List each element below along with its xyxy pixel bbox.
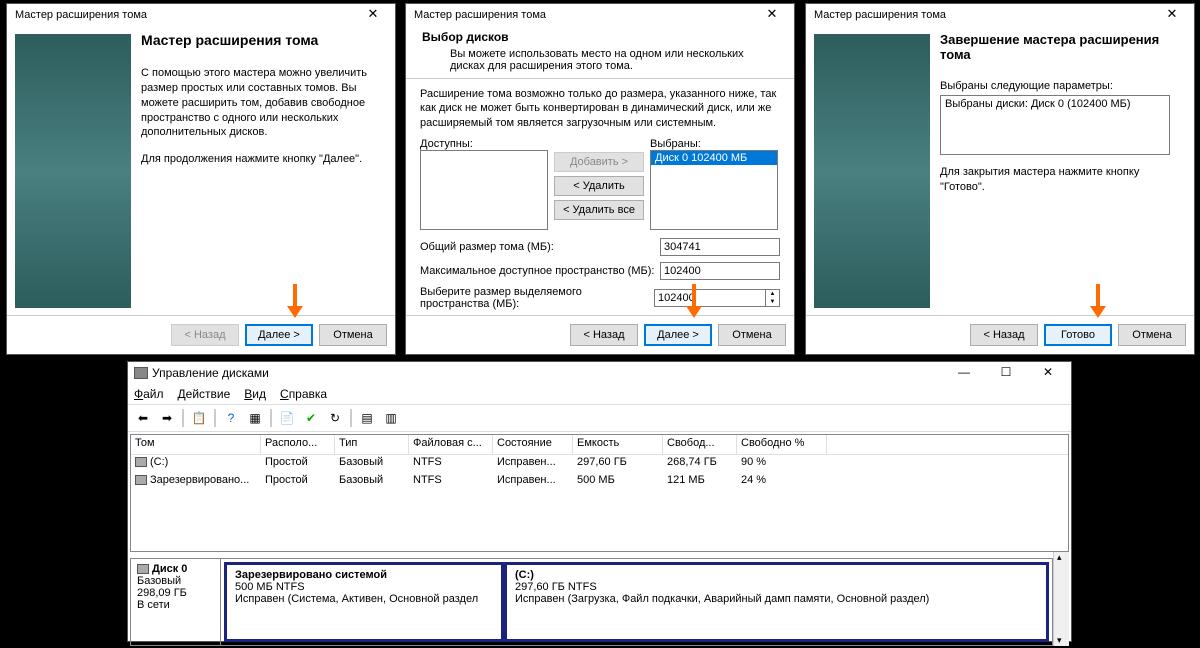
- wizard-step1: Мастер расширения тома ✕ Мастер расширен…: [6, 3, 396, 355]
- warning-text: Расширение тома возможно только до разме…: [420, 87, 780, 130]
- total-size-label: Общий размер тома (МБ):: [420, 241, 554, 253]
- window-title: Управление дисками: [152, 366, 269, 380]
- spinner-buttons[interactable]: ▲▼: [766, 289, 780, 307]
- max-space-label: Максимальное доступное пространство (МБ)…: [420, 265, 654, 277]
- selected-list[interactable]: Диск 0 102400 МБ: [650, 150, 778, 230]
- col-state[interactable]: Состояние: [493, 435, 573, 454]
- wizard-text-2: Для продолжения нажмите кнопку "Далее".: [141, 152, 387, 167]
- window-title: Мастер расширения тома: [15, 9, 147, 21]
- window-title: Мастер расширения тома: [814, 9, 946, 21]
- col-type[interactable]: Тип: [335, 435, 409, 454]
- disk-management-window: Управление дисками — ☐ ✕ Файл Действие В…: [127, 361, 1072, 642]
- col-free[interactable]: Свобод...: [663, 435, 737, 454]
- partition-c[interactable]: (C:) 297,60 ГБ NTFS Исправен (Загрузка, …: [504, 562, 1049, 642]
- params-value: Выбраны диски: Диск 0 (102400 МБ): [945, 98, 1131, 110]
- back-button: < Назад: [171, 324, 239, 346]
- params-box: Выбраны диски: Диск 0 (102400 МБ): [940, 95, 1170, 155]
- selected-label: Выбраны:: [650, 138, 778, 150]
- back-icon[interactable]: ⬅: [132, 407, 154, 429]
- arrow-annotation: [1090, 284, 1106, 318]
- cancel-button[interactable]: Отмена: [718, 324, 786, 346]
- app-icon: [134, 367, 148, 379]
- maximize-button[interactable]: ☐: [985, 363, 1027, 383]
- back-button[interactable]: < Назад: [970, 324, 1038, 346]
- alloc-size-input[interactable]: [654, 289, 766, 307]
- volume-row[interactable]: (C:) Простой Базовый NTFS Исправен... 29…: [131, 455, 1068, 473]
- titlebar: Мастер расширения тома ✕: [406, 4, 794, 26]
- cancel-button[interactable]: Отмена: [319, 324, 387, 346]
- close-button[interactable]: ✕: [1027, 363, 1069, 383]
- add-button: Добавить >: [554, 152, 644, 172]
- arrow-annotation: [287, 284, 303, 318]
- remove-all-button[interactable]: < Удалить все: [554, 200, 644, 220]
- wizard-step3: Мастер расширения тома ✕ Завершение маст…: [805, 3, 1195, 355]
- properties-icon[interactable]: ▦: [244, 407, 266, 429]
- browse-icon[interactable]: 📋: [188, 407, 210, 429]
- help-icon[interactable]: ?: [220, 407, 242, 429]
- window-title: Мастер расширения тома: [414, 9, 546, 21]
- wizard-heading: Мастер расширения тома: [141, 32, 387, 48]
- forward-icon[interactable]: ➡: [156, 407, 178, 429]
- refresh-icon[interactable]: ↻: [324, 407, 346, 429]
- menu-action[interactable]: Действие: [178, 387, 231, 401]
- finish-button[interactable]: Готово: [1044, 324, 1112, 346]
- close-icon[interactable]: ✕: [752, 5, 792, 25]
- disk-header[interactable]: Диск 0 Базовый 298,09 ГБ В сети: [131, 559, 221, 645]
- wizard-heading: Завершение мастера расширения тома: [940, 32, 1186, 62]
- menu-view[interactable]: Вид: [244, 387, 266, 401]
- remove-button[interactable]: < Удалить: [554, 176, 644, 196]
- col-cap[interactable]: Емкость: [573, 435, 663, 454]
- close-icon[interactable]: ✕: [1152, 5, 1192, 25]
- col-layout[interactable]: Располо...: [261, 435, 335, 454]
- column-headers: Том Располо... Тип Файловая с... Состоян…: [131, 435, 1068, 455]
- check-icon[interactable]: ✔: [300, 407, 322, 429]
- next-button[interactable]: Далее >: [644, 324, 712, 346]
- step-subtext: Вы можете использовать место на одном ил…: [422, 44, 784, 78]
- wizard-banner: [15, 34, 131, 308]
- col-pct[interactable]: Свободно %: [737, 435, 827, 454]
- params-label: Выбраны следующие параметры:: [940, 80, 1186, 92]
- wizard-text: Для закрытия мастера нажмите кнопку "Гот…: [940, 165, 1186, 195]
- volume-icon: [135, 457, 147, 467]
- col-fs[interactable]: Файловая с...: [409, 435, 493, 454]
- volume-row[interactable]: Зарезервировано... Простой Базовый NTFS …: [131, 473, 1068, 491]
- volume-icon: [135, 475, 147, 485]
- titlebar: Управление дисками — ☐ ✕: [128, 362, 1071, 384]
- wizard-step2: Мастер расширения тома ✕ Выбор дисков Вы…: [405, 3, 795, 355]
- col-volume[interactable]: Том: [131, 435, 261, 454]
- disk-icon: [137, 564, 149, 574]
- selected-disk-item[interactable]: Диск 0 102400 МБ: [651, 151, 777, 165]
- new-icon[interactable]: 📄: [276, 407, 298, 429]
- partition-system-reserved[interactable]: Зарезервировано системой 500 МБ NTFS Исп…: [224, 562, 504, 642]
- titlebar: Мастер расширения тома ✕: [7, 4, 395, 26]
- menu-help[interactable]: Справка: [280, 387, 327, 401]
- next-button[interactable]: Далее >: [245, 324, 313, 346]
- menu-bar: Файл Действие Вид Справка: [128, 384, 1071, 404]
- cancel-button[interactable]: Отмена: [1118, 324, 1186, 346]
- disk-graphical-view: Диск 0 Базовый 298,09 ГБ В сети Зарезерв…: [130, 558, 1053, 646]
- available-label: Доступны:: [420, 138, 548, 150]
- volume-list: Том Располо... Тип Файловая с... Состоян…: [130, 434, 1069, 552]
- total-size-value: 304741: [660, 238, 780, 256]
- alloc-size-label: Выберите размер выделяемого пространства…: [420, 286, 654, 310]
- back-button[interactable]: < Назад: [570, 324, 638, 346]
- wizard-text: С помощью этого мастера можно увеличить …: [141, 66, 387, 140]
- step-heading: Выбор дисков: [422, 30, 784, 44]
- list-icon[interactable]: ▤: [356, 407, 378, 429]
- close-icon[interactable]: ✕: [353, 5, 393, 25]
- arrow-annotation: [686, 284, 702, 318]
- wizard-banner: [814, 34, 930, 308]
- titlebar: Мастер расширения тома ✕: [806, 4, 1194, 26]
- menu-file[interactable]: Файл: [134, 387, 164, 401]
- toolbar: ⬅ ➡ 📋 ? ▦ 📄 ✔ ↻ ▤ ▥: [128, 404, 1071, 432]
- detail-icon[interactable]: ▥: [380, 407, 402, 429]
- minimize-button[interactable]: —: [943, 363, 985, 383]
- max-space-value: 102400: [660, 262, 780, 280]
- available-list[interactable]: [420, 150, 548, 230]
- vertical-scrollbar[interactable]: [1053, 552, 1069, 646]
